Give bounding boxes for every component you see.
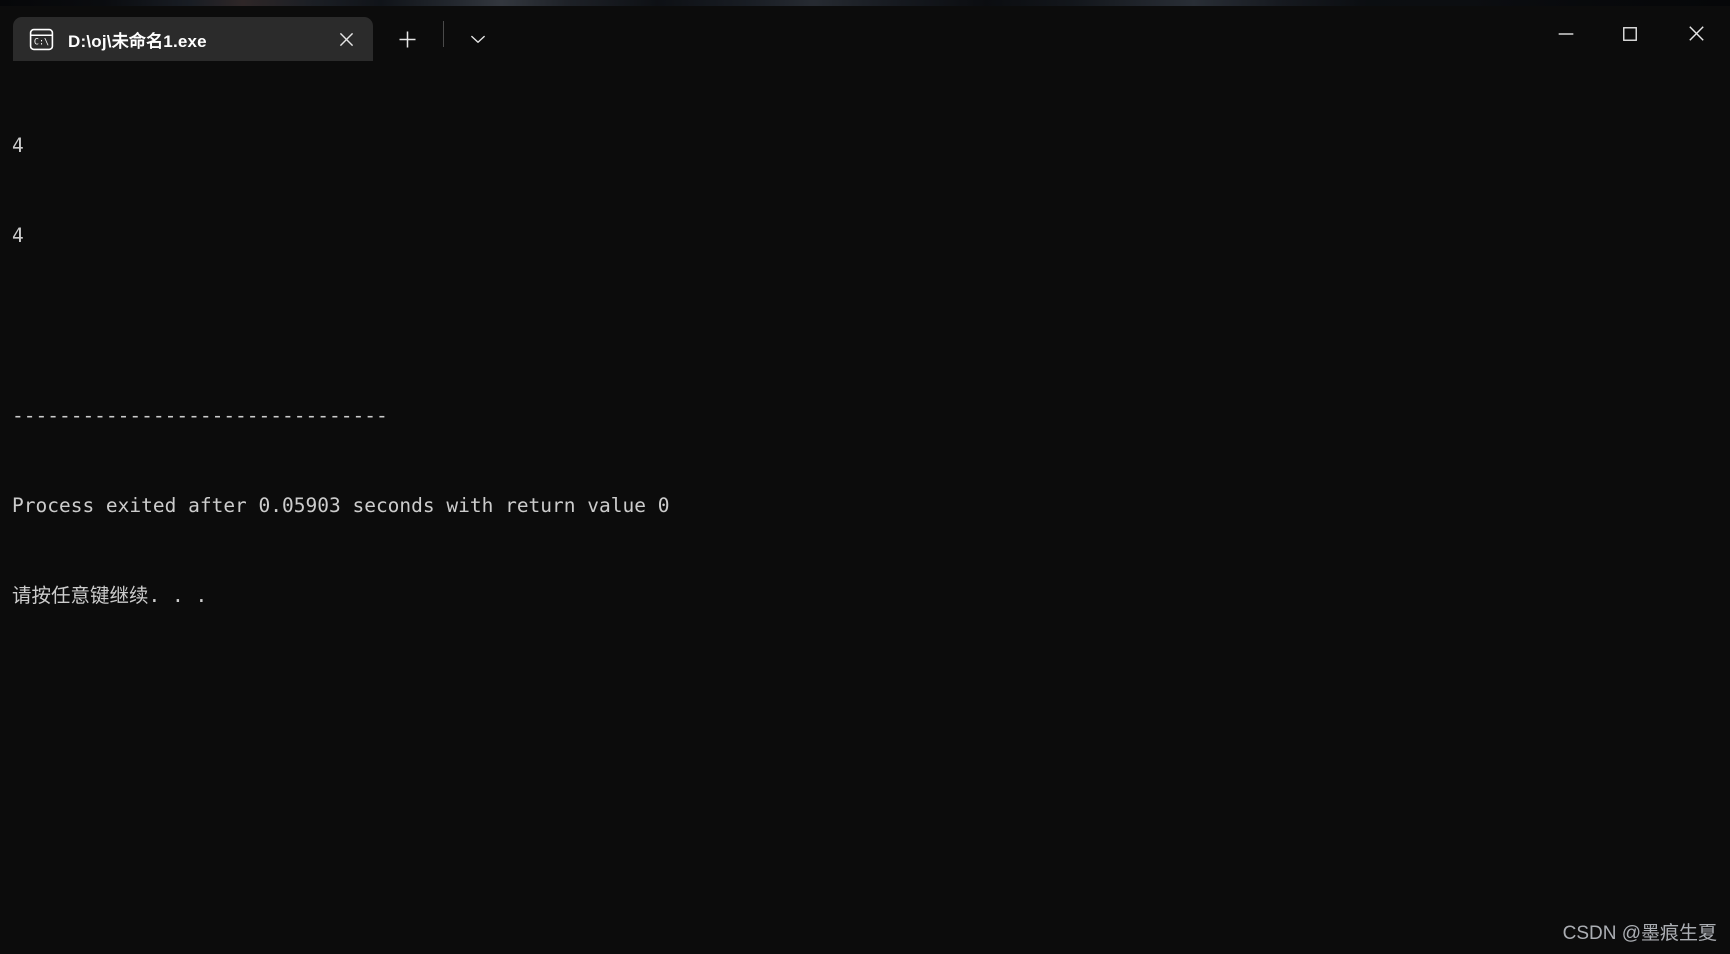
maximize-button[interactable] bbox=[1598, 6, 1662, 61]
terminal-line: 4 bbox=[12, 134, 24, 157]
terminal-separator-line: -------------------------------- bbox=[12, 404, 388, 427]
tab-title: D:\oj\未命名1.exe bbox=[68, 31, 207, 51]
terminal-output[interactable]: 4 4 -------------------------------- Pro… bbox=[0, 61, 1730, 954]
terminal-press-any-key-line: 请按任意键继续. . . bbox=[12, 584, 208, 607]
chevron-down-icon[interactable] bbox=[460, 17, 496, 61]
tab-strip-divider bbox=[443, 20, 444, 47]
terminal-line: 4 bbox=[12, 224, 24, 247]
title-bar[interactable]: C:\ D:\oj\未命名1.exe bbox=[0, 6, 1730, 61]
tab-active[interactable]: C:\ D:\oj\未命名1.exe bbox=[13, 17, 373, 61]
tab-strip: C:\ D:\oj\未命名1.exe bbox=[0, 6, 496, 61]
terminal-window: C:\ D:\oj\未命名1.exe 4 4 -----------------… bbox=[0, 0, 1730, 954]
terminal-exit-status-line: Process exited after 0.05903 seconds wit… bbox=[12, 494, 670, 517]
tab-close-icon[interactable] bbox=[329, 22, 363, 56]
minimize-button[interactable] bbox=[1534, 6, 1598, 61]
new-tab-button[interactable] bbox=[389, 17, 425, 61]
close-button[interactable] bbox=[1662, 6, 1730, 61]
csdn-watermark: CSDN @墨痕生夏 bbox=[1562, 923, 1717, 944]
window-controls bbox=[1534, 6, 1730, 61]
svg-text:C:\: C:\ bbox=[34, 36, 49, 46]
cmd-prompt-icon: C:\ bbox=[29, 27, 54, 52]
